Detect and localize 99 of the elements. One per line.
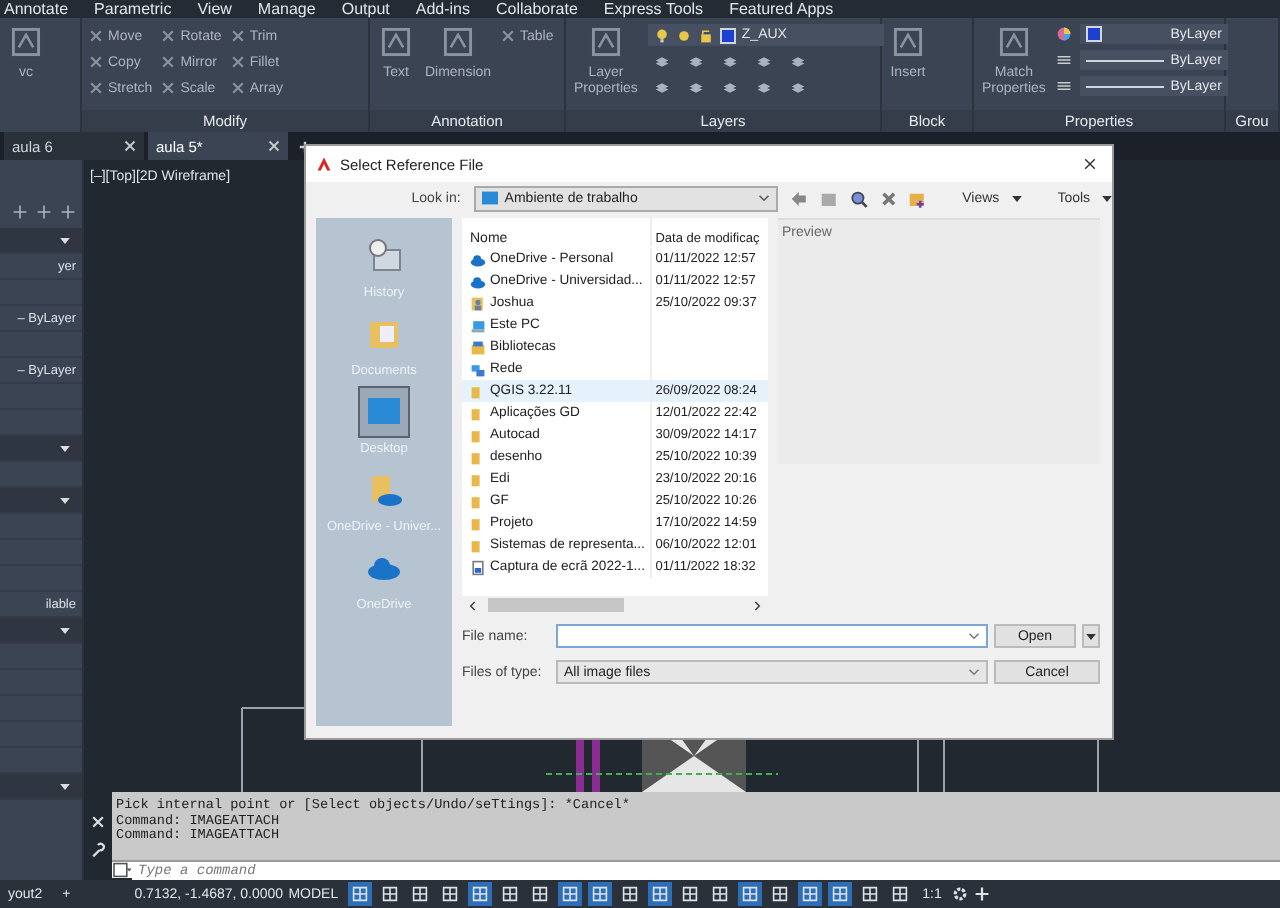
caret-icon[interactable] xyxy=(60,445,70,451)
status-toggle[interactable] xyxy=(408,882,433,906)
palette-tool-icon[interactable] xyxy=(60,204,76,220)
lines-icon xyxy=(1055,52,1072,68)
status-toggle[interactable] xyxy=(708,882,733,906)
cloud-icon xyxy=(470,273,486,289)
close-icon[interactable] xyxy=(1082,156,1098,172)
menu-item[interactable]: Collaborate xyxy=(495,0,578,18)
tool-icon xyxy=(88,80,104,96)
clock-folder-icon xyxy=(364,236,404,276)
caret-icon xyxy=(1011,195,1022,201)
new-folder-icon[interactable] xyxy=(908,189,927,207)
app-logo-icon xyxy=(316,156,332,172)
tool-icon xyxy=(229,28,246,44)
menu-item[interactable]: Output xyxy=(341,0,390,18)
lock-icon xyxy=(697,27,714,43)
tool-icon xyxy=(229,54,246,70)
cloud-icon xyxy=(470,251,486,267)
tool-icon xyxy=(229,80,246,96)
settings-icon[interactable] xyxy=(951,886,968,902)
status-toggle[interactable] xyxy=(468,882,493,906)
layer-tool-icon[interactable] xyxy=(755,80,772,96)
status-toggle[interactable] xyxy=(348,882,373,906)
tool-icon xyxy=(587,24,624,60)
status-toggle[interactable] xyxy=(828,882,853,906)
status-toggle[interactable] xyxy=(558,882,583,906)
sun-icon xyxy=(675,27,692,43)
desktop-icon xyxy=(482,190,499,206)
color-swatch xyxy=(1085,26,1102,42)
menu-item[interactable]: Manage xyxy=(257,0,316,18)
file-name-field[interactable] xyxy=(556,624,988,648)
tool-icon xyxy=(378,24,414,60)
menu-item[interactable]: Add-ins xyxy=(415,0,470,18)
back-arrow-icon[interactable] xyxy=(790,189,809,207)
caret-icon xyxy=(1086,633,1096,639)
open-options-button[interactable] xyxy=(1082,624,1100,648)
status-toggle[interactable] xyxy=(858,882,883,906)
status-toggle[interactable] xyxy=(438,882,463,906)
layer-tool-icon[interactable] xyxy=(653,54,670,70)
layer-tool-icon[interactable] xyxy=(721,80,738,96)
computer-icon xyxy=(470,317,486,333)
lines-icon xyxy=(1055,78,1072,94)
status-toggle[interactable] xyxy=(378,882,403,906)
lightbulb-icon xyxy=(653,27,670,43)
layer-tool-icon[interactable] xyxy=(789,54,806,70)
status-toggle[interactable] xyxy=(498,882,523,906)
status-toggle[interactable] xyxy=(888,882,913,906)
chevron-icon[interactable] xyxy=(968,632,980,640)
color-swatch xyxy=(719,27,736,43)
tool-icon xyxy=(8,24,44,60)
layer-tool-icon[interactable] xyxy=(687,54,704,70)
status-toggle[interactable] xyxy=(798,882,823,906)
layer-tool-icon[interactable] xyxy=(755,54,772,70)
caret-icon xyxy=(1102,195,1113,201)
tool-icon xyxy=(995,24,1032,60)
status-toggle[interactable] xyxy=(618,882,643,906)
network-icon xyxy=(470,361,486,377)
tool-icon xyxy=(440,24,476,60)
status-toggle[interactable] xyxy=(678,882,703,906)
delete-icon[interactable] xyxy=(879,189,897,207)
tool-icon xyxy=(500,28,516,44)
status-toggle[interactable] xyxy=(528,882,553,906)
library-icon xyxy=(470,339,486,355)
tool-icon xyxy=(88,28,104,44)
palette-tool-icon[interactable] xyxy=(36,204,52,220)
color-wheel-icon xyxy=(1055,26,1072,42)
menu-item[interactable]: Express Tools xyxy=(603,0,704,18)
palette-tool-icon[interactable] xyxy=(12,204,28,220)
status-toggle[interactable] xyxy=(648,882,673,906)
tool-icon xyxy=(88,54,104,70)
user-folder-icon xyxy=(470,295,486,311)
chevron-icon xyxy=(758,194,771,202)
menu-item[interactable]: Annotate xyxy=(4,0,69,18)
search-icon[interactable] xyxy=(849,189,868,207)
tool-icon xyxy=(160,54,177,70)
tool-icon xyxy=(160,28,177,44)
status-toggle[interactable] xyxy=(588,882,613,906)
menu-item[interactable]: View xyxy=(197,0,232,18)
layer-tool-icon[interactable] xyxy=(721,54,738,70)
caret-icon[interactable] xyxy=(60,783,70,789)
tool-icon xyxy=(890,24,926,60)
caret-icon[interactable] xyxy=(60,237,70,243)
caret-icon[interactable] xyxy=(60,497,70,503)
prompt-icon[interactable] xyxy=(112,862,132,878)
layer-tool-icon[interactable] xyxy=(789,80,806,96)
caret-icon[interactable] xyxy=(60,627,70,633)
layer-tool-icon[interactable] xyxy=(653,80,670,96)
status-toggle[interactable] xyxy=(738,882,763,906)
menu-item[interactable]: Featured Apps xyxy=(729,0,834,18)
status-toggle[interactable] xyxy=(768,882,793,906)
line-sample xyxy=(1085,85,1165,87)
chevron-icon xyxy=(968,668,980,676)
plus-icon[interactable] xyxy=(973,886,990,902)
line-sample xyxy=(1085,59,1165,61)
image-file-icon xyxy=(470,559,486,575)
tool-icon xyxy=(160,80,177,96)
wrench-icon[interactable] xyxy=(90,842,106,858)
menu-item[interactable]: Parametric xyxy=(94,0,172,18)
layer-tool-icon[interactable] xyxy=(687,80,704,96)
